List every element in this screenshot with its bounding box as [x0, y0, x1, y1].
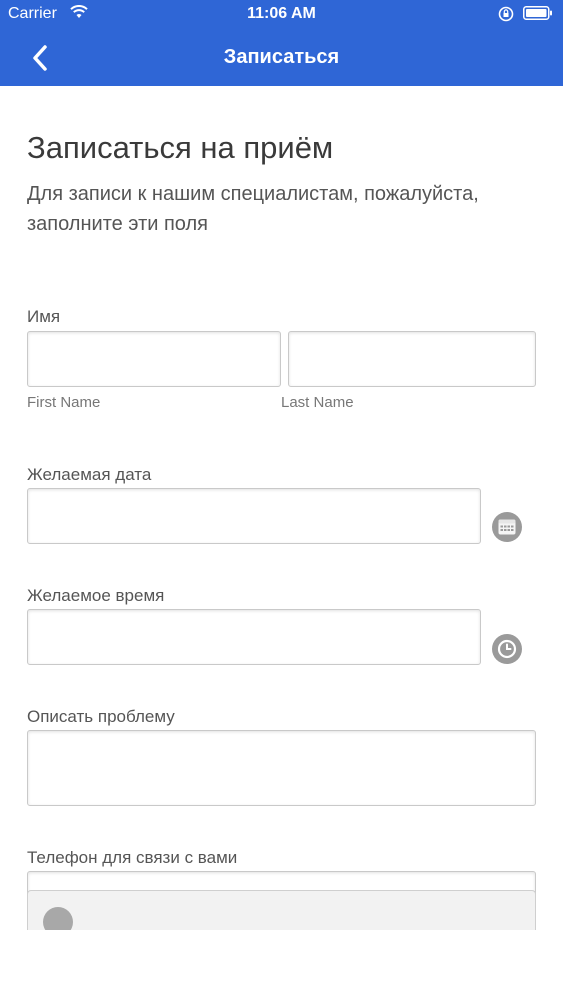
- next-form-section[interactable]: [27, 890, 536, 930]
- date-label: Желаемая дата: [27, 465, 152, 484]
- rotation-lock-icon: [498, 6, 514, 22]
- first-name-caption: First Name: [27, 394, 101, 411]
- phone-label: Телефон для связи с вами: [27, 848, 238, 867]
- problem-label: Описать проблему: [27, 707, 175, 726]
- page-subtitle: Для записи к нашим специалистам, пожалуй…: [27, 183, 479, 235]
- status-bar: Carrier 11:06 AM: [0, 0, 563, 30]
- date-input[interactable]: [27, 488, 481, 544]
- nav-title: Записаться: [223, 46, 340, 68]
- first-name-input[interactable]: [27, 331, 281, 387]
- clock-icon: [497, 639, 517, 659]
- calendar-icon: [498, 519, 516, 535]
- header-bar: Carrier 11:06 AM Записаться: [0, 0, 563, 86]
- calendar-button[interactable]: [492, 512, 522, 542]
- radio-circle-icon: [43, 907, 73, 930]
- clock-button[interactable]: [492, 634, 522, 664]
- page-title: Записаться на приём: [27, 130, 334, 165]
- last-name-caption: Last Name: [281, 394, 354, 411]
- time-label: Желаемое время: [27, 586, 165, 605]
- time-input[interactable]: [27, 609, 481, 665]
- problem-textarea[interactable]: [27, 730, 536, 806]
- name-label: Имя: [27, 307, 61, 326]
- last-name-input[interactable]: [288, 331, 536, 387]
- battery-icon: [523, 6, 552, 20]
- navigation-bar: Записаться: [0, 30, 563, 86]
- status-time: 11:06 AM: [247, 5, 316, 22]
